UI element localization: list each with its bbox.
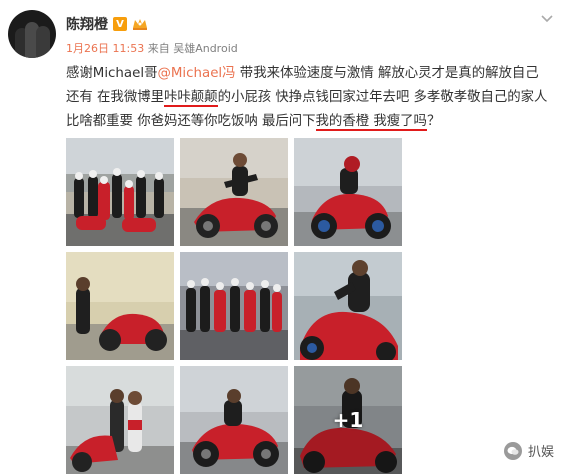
post-text-part: 感谢Michael哥 [66, 66, 158, 81]
photo-two-riders[interactable] [66, 366, 174, 474]
mention-link[interactable]: @Michael冯 [157, 66, 235, 81]
avatar-figure [36, 26, 50, 58]
photo-bike-blue[interactable] [294, 138, 402, 246]
post-source: 来自 吴雄Android [147, 42, 238, 55]
photo-rider-wheelie[interactable] [180, 138, 288, 246]
watermark-label: 扒娱 [527, 445, 554, 460]
photo-group-bikes[interactable] [180, 252, 288, 360]
photo-bike-side[interactable] [180, 366, 288, 474]
post-text-part: ？ [426, 114, 441, 129]
watermark: 扒娱 [503, 441, 554, 460]
photo-rider-stand[interactable] [66, 252, 174, 360]
underlined-text: 我的香橙 我瘦了吗 [315, 114, 427, 131]
photo-group-track[interactable] [66, 138, 174, 246]
chevron-down-icon[interactable] [540, 12, 554, 28]
more-photos-count[interactable]: +1 [294, 366, 402, 474]
photo-ducati-plus[interactable]: +1 [294, 366, 402, 474]
post-timestamp[interactable]: 1月26日 11:53 [66, 42, 144, 55]
verified-icon: V [113, 17, 127, 31]
photo-rider-closeup[interactable] [294, 252, 402, 360]
vip-crown-icon [132, 17, 148, 31]
post-meta: 1月26日 11:53 来自 吴雄Android [66, 40, 238, 56]
avatar[interactable] [8, 10, 56, 58]
underlined-text: 咔咔颠颠 [164, 90, 218, 107]
user-row: 陈翔橙 V [66, 14, 148, 34]
username[interactable]: 陈翔橙 [66, 14, 108, 34]
post-text: 感谢Michael哥@Michael冯 带我来体验速度与激情 解放心灵才是真的解… [66, 62, 552, 134]
wechat-icon [503, 441, 522, 460]
